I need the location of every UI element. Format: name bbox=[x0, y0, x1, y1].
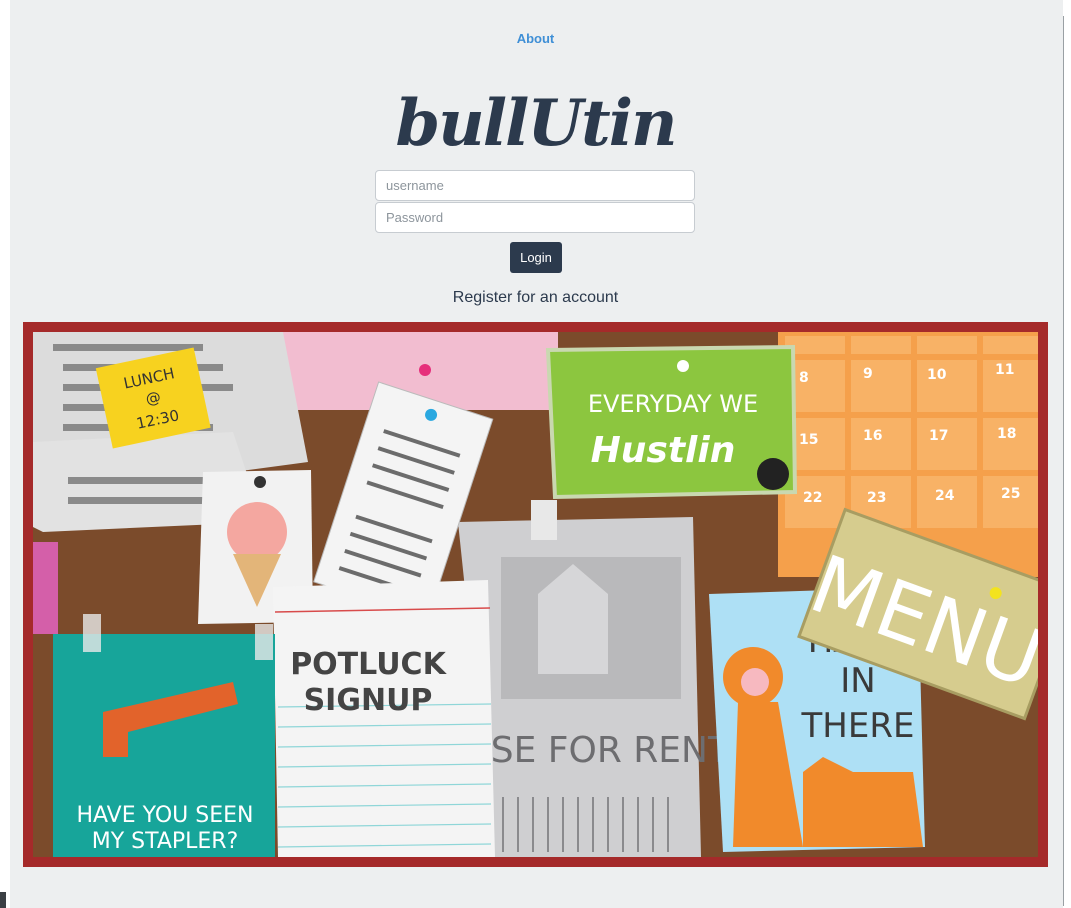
hang-line3: THERE bbox=[801, 706, 915, 746]
cal-16: 16 bbox=[863, 428, 882, 444]
bulletin-illustration: 8 9 10 11 15 16 17 18 22 23 24 25 LUNCH … bbox=[33, 332, 1038, 857]
potluck-line1: POTLUCK bbox=[290, 647, 447, 682]
cal-25: 25 bbox=[1001, 486, 1020, 502]
stapler-poster: HAVE YOU SEEN MY STAPLER? bbox=[53, 614, 275, 857]
bulletin-board-image: 8 9 10 11 15 16 17 18 22 23 24 25 LUNCH … bbox=[23, 322, 1048, 867]
cal-9: 9 bbox=[863, 366, 873, 382]
cal-24: 24 bbox=[935, 488, 955, 504]
hang-line2: IN bbox=[840, 661, 875, 701]
register-link[interactable]: Register for an account bbox=[0, 289, 1071, 307]
username-input[interactable] bbox=[375, 170, 695, 201]
cal-17: 17 bbox=[929, 428, 948, 444]
hustle-line1: EVERYDAY WE bbox=[588, 390, 758, 418]
cal-15: 15 bbox=[799, 432, 818, 448]
cal-11: 11 bbox=[995, 362, 1014, 378]
ice-cream-icon bbox=[227, 502, 287, 562]
login-button[interactable]: Login bbox=[510, 242, 562, 273]
hustle-line2: Hustlin bbox=[591, 430, 736, 471]
password-input[interactable] bbox=[375, 202, 695, 233]
pink-strip bbox=[33, 542, 58, 634]
cal-8: 8 bbox=[799, 370, 809, 386]
potluck-sheet: POTLUCK SIGNUP bbox=[273, 580, 495, 857]
pink-pin bbox=[419, 364, 431, 376]
cork-board: 8 9 10 11 15 16 17 18 22 23 24 25 LUNCH … bbox=[33, 332, 1038, 857]
cal-18: 18 bbox=[997, 426, 1016, 442]
stapler-line1: HAVE YOU SEEN bbox=[77, 803, 254, 828]
cal-10: 10 bbox=[927, 367, 947, 383]
cal-23: 23 bbox=[867, 490, 886, 506]
stapler-line2: MY STAPLER? bbox=[92, 829, 239, 854]
about-link[interactable]: About bbox=[0, 31, 1071, 46]
hustlin-card: EVERYDAY WE Hustlin bbox=[545, 344, 798, 500]
ninja-icon bbox=[757, 458, 789, 490]
potluck-line2: SIGNUP bbox=[304, 683, 433, 718]
cal-22: 22 bbox=[803, 490, 822, 506]
cursor-mark bbox=[0, 892, 6, 908]
site-logo: bullUtin bbox=[395, 86, 677, 161]
